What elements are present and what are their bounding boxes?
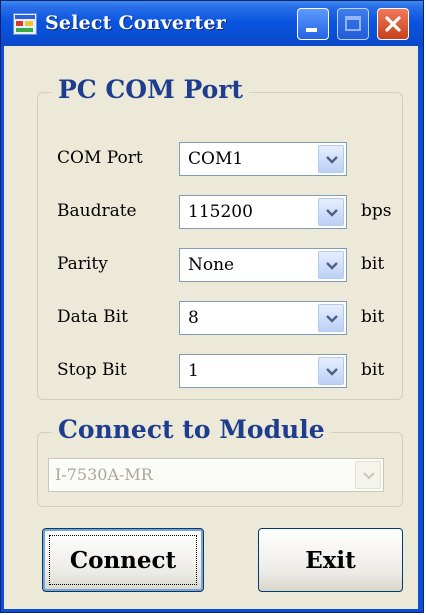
data-bit-select[interactable]: 8	[179, 301, 347, 335]
stop-bit-select[interactable]: 1	[179, 354, 347, 388]
parity-value: None	[188, 255, 235, 275]
stop-bit-unit: bit	[361, 360, 385, 380]
parity-dropdown-button[interactable]	[318, 251, 344, 279]
stop-bit-label: Stop Bit	[57, 360, 127, 380]
app-icon	[13, 13, 37, 35]
chevron-down-icon	[326, 368, 338, 376]
com-port-select[interactable]: COM1	[179, 142, 347, 176]
baudrate-value: 115200	[188, 202, 253, 222]
module-dropdown-button[interactable]	[355, 461, 381, 489]
window-title: Select Converter	[45, 12, 226, 34]
connect-to-module-group-title: Connect to Module	[52, 415, 331, 444]
close-icon	[385, 16, 401, 32]
parity-select[interactable]: None	[179, 248, 347, 282]
maximize-button[interactable]	[337, 8, 369, 40]
pc-com-port-group-title: PC COM Port	[52, 75, 249, 104]
chevron-down-icon	[326, 156, 338, 164]
maximize-icon	[345, 16, 361, 31]
baudrate-label: Baudrate	[57, 201, 137, 221]
parity-unit: bit	[361, 254, 385, 274]
title-bar[interactable]: Select Converter	[1, 1, 423, 47]
exit-button-label: Exit	[305, 546, 356, 574]
minimize-button[interactable]	[297, 8, 329, 40]
com-port-dropdown-button[interactable]	[318, 145, 344, 173]
stop-bit-dropdown-button[interactable]	[318, 357, 344, 385]
focus-rectangle	[49, 535, 197, 585]
chevron-down-icon	[326, 209, 338, 217]
exit-button[interactable]: Exit	[258, 528, 403, 592]
minimize-icon	[306, 28, 317, 32]
chevron-down-icon	[326, 315, 338, 323]
close-button[interactable]	[377, 8, 409, 40]
com-port-value: COM1	[188, 149, 244, 169]
data-bit-unit: bit	[361, 307, 385, 327]
chevron-down-icon	[363, 472, 375, 480]
data-bit-label: Data Bit	[57, 307, 128, 327]
parity-label: Parity	[57, 254, 108, 274]
data-bit-value: 8	[188, 308, 199, 328]
com-port-label: COM Port	[57, 148, 143, 168]
stop-bit-value: 1	[188, 361, 199, 381]
module-value: I-7530A-MR	[55, 465, 153, 484]
chevron-down-icon	[326, 262, 338, 270]
baudrate-select[interactable]: 115200	[179, 195, 347, 229]
data-bit-dropdown-button[interactable]	[318, 304, 344, 332]
module-select[interactable]: I-7530A-MR	[48, 458, 384, 492]
baudrate-dropdown-button[interactable]	[318, 198, 344, 226]
baudrate-unit: bps	[361, 201, 392, 221]
connect-button[interactable]: Connect	[42, 528, 204, 592]
